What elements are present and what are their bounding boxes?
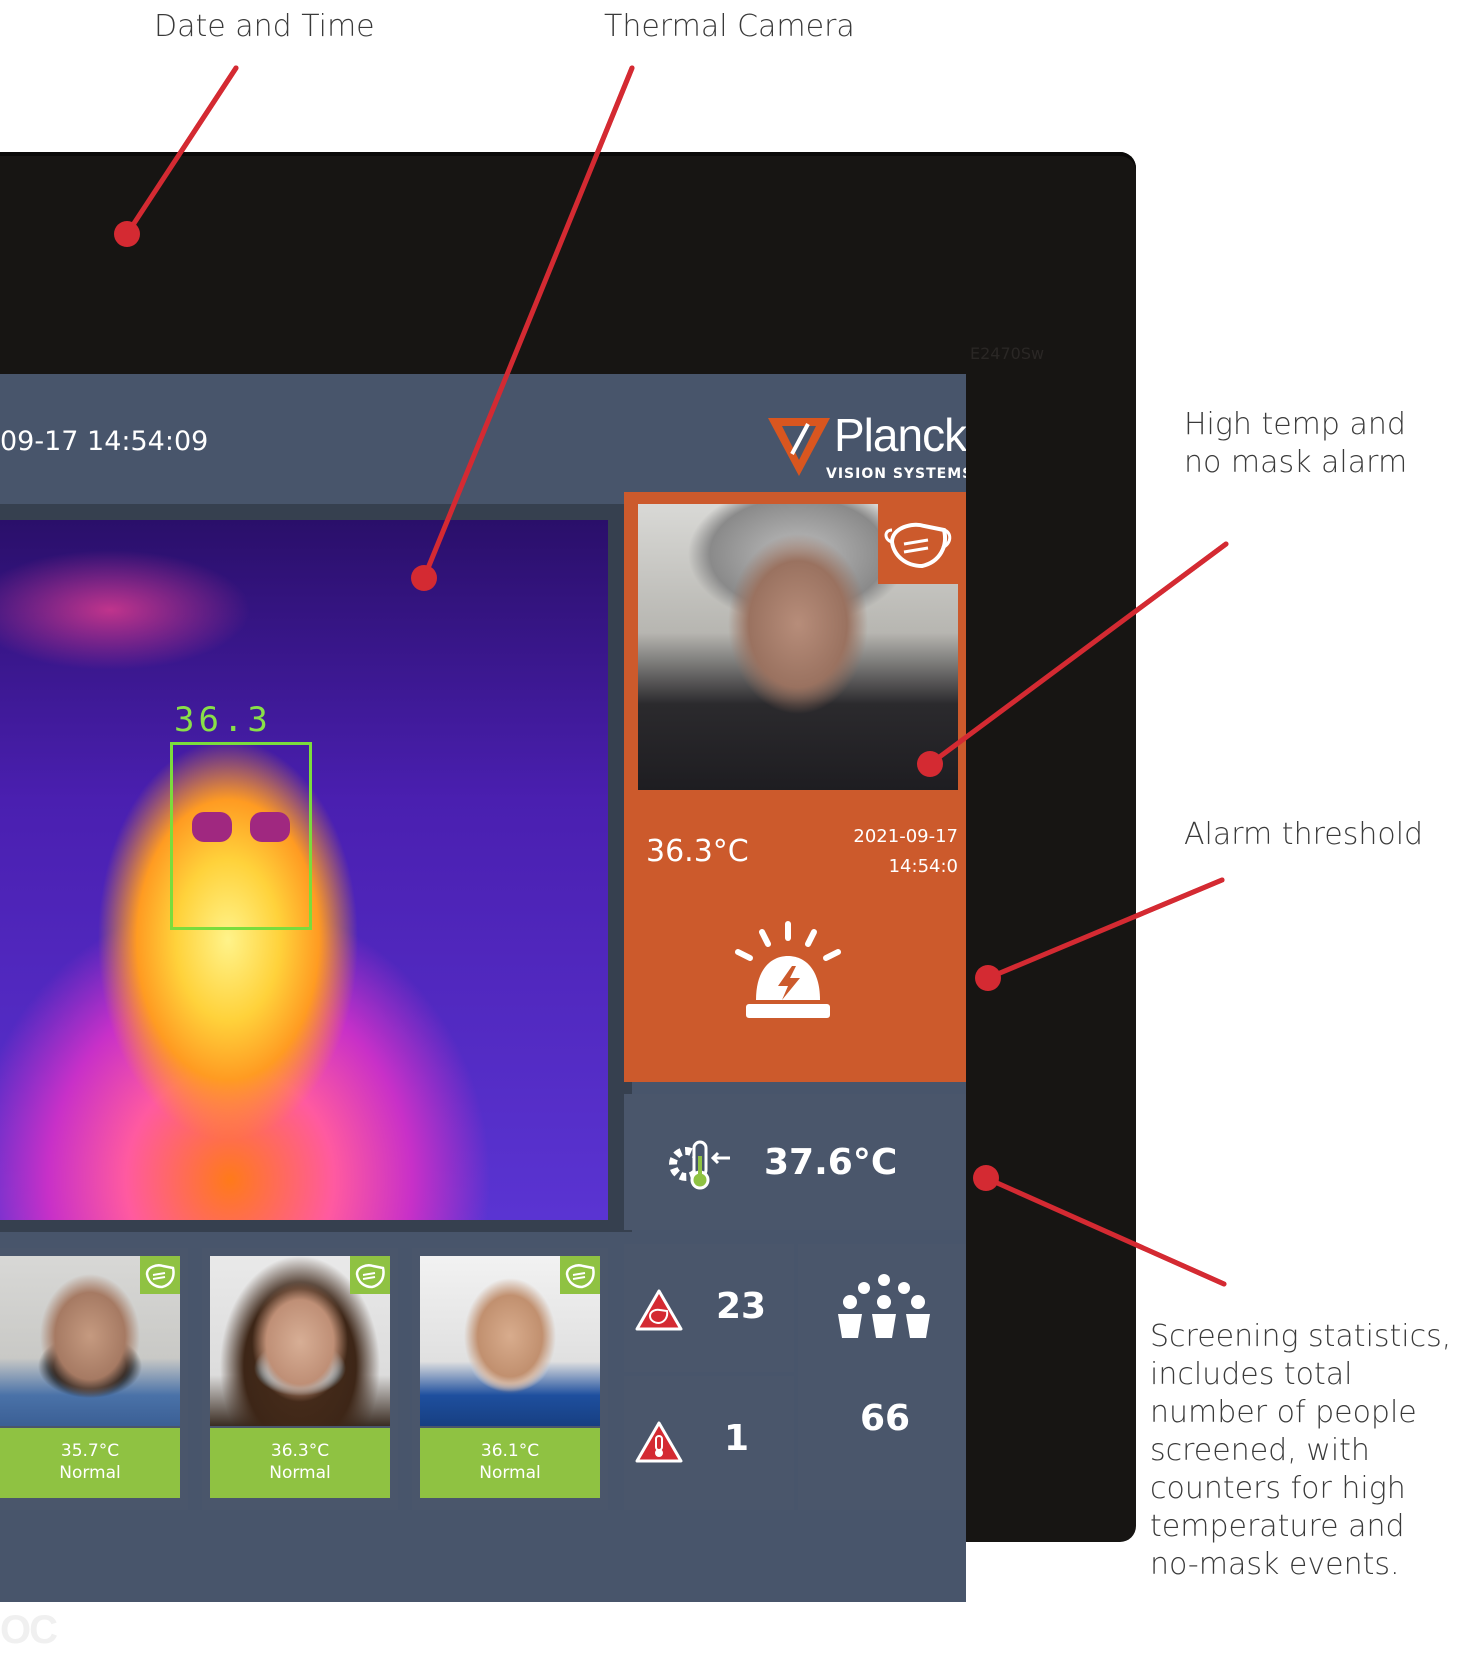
callout-dots <box>114 65 1229 1287</box>
